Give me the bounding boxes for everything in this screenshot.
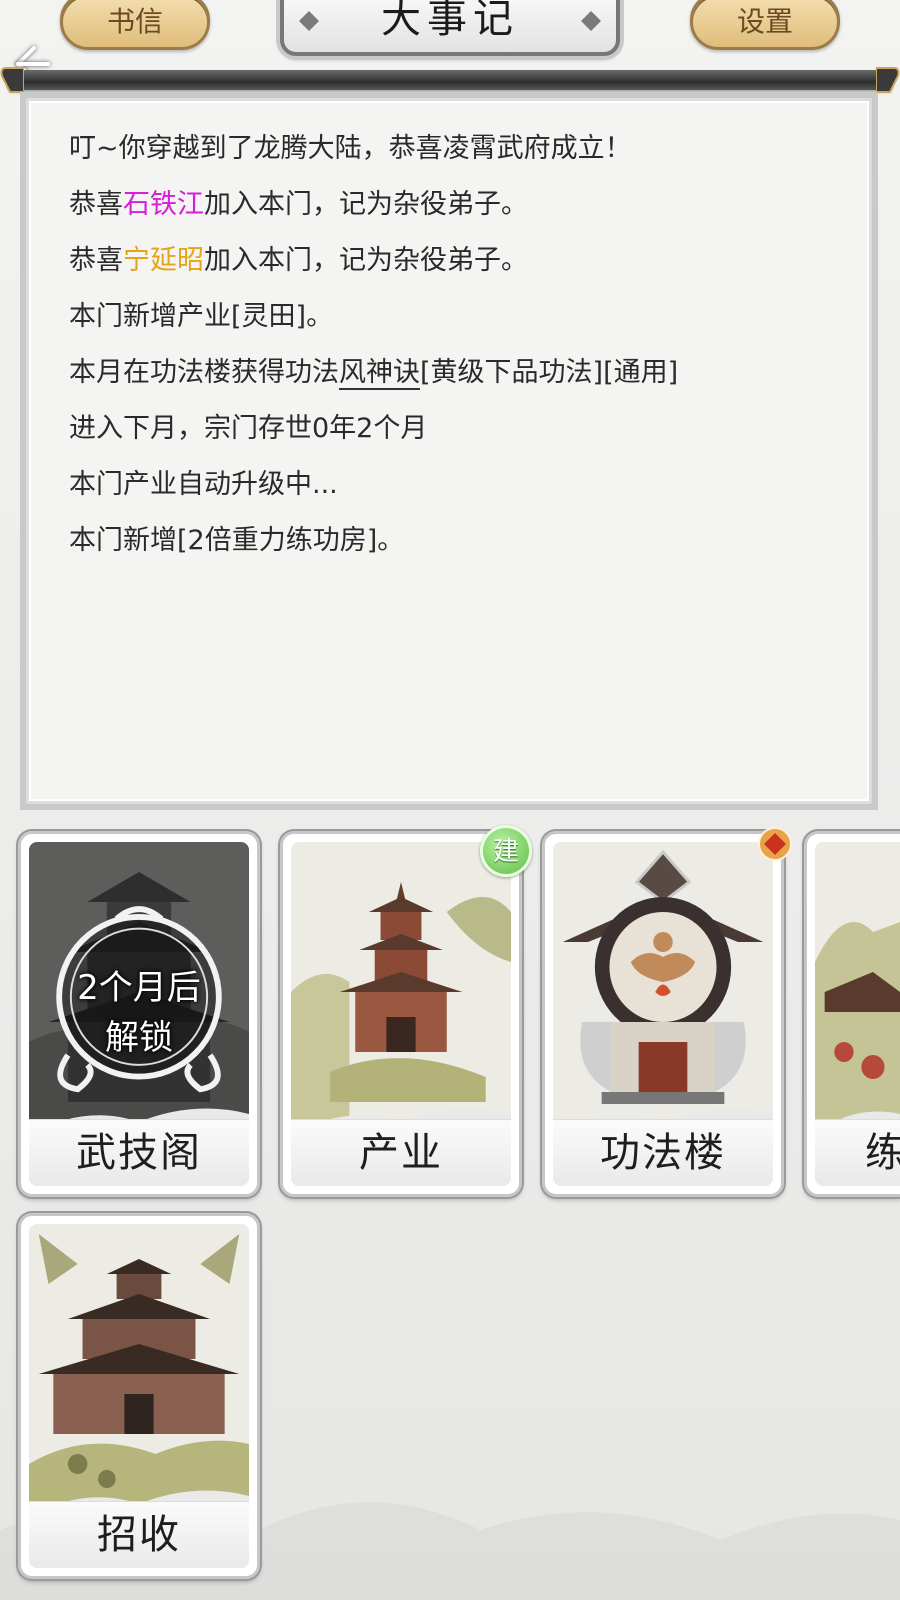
red-diamond-icon[interactable] [757, 826, 793, 862]
log-line: 本门产业自动升级中... [69, 469, 338, 500]
log-text: 恭喜 [69, 189, 123, 220]
log-line: 恭喜石铁江加入本门，记为杂役弟子。 [69, 177, 869, 233]
scroll-cap-icon [876, 67, 900, 93]
log-text: 恭喜 [69, 245, 123, 276]
log-line: 本门新增[2倍重力练功房]。 [69, 525, 405, 556]
page-title: 大事记 [381, 0, 519, 42]
training-hall-illustration [553, 842, 773, 1134]
building-card-technique-tower[interactable]: 功法楼 [542, 831, 784, 1197]
building-card-martial-pavilion[interactable]: 2个月后 解锁 武技阁 [18, 831, 260, 1197]
disciple-name[interactable]: 宁延昭 [123, 245, 204, 276]
letters-button[interactable]: 书信 [60, 0, 210, 50]
building-label: 功法楼 [553, 1119, 773, 1186]
disciple-name[interactable]: 石铁江 [123, 189, 204, 220]
log-text: 加入本门，记为杂役弟子。 [204, 245, 528, 276]
skill-link[interactable]: 风神诀 [339, 357, 420, 390]
building-label: 武技阁 [29, 1119, 249, 1186]
log-text: 加入本门，记为杂役弟子。 [204, 189, 528, 220]
build-badge[interactable]: 建 [480, 825, 532, 877]
log-line: 本月在功法楼获得功法风神诀[黄级下品功法][通用] [69, 345, 869, 401]
unlock-label: 解锁 [105, 1018, 173, 1058]
pagoda-illustration [291, 842, 511, 1134]
log-line: 恭喜宁延昭加入本门，记为杂役弟子。 [69, 233, 869, 289]
log-line: 本门新增产业[灵田]。 [69, 301, 334, 332]
title-plaque: 大事记 [280, 0, 620, 56]
diamond-ornament-icon [581, 11, 601, 31]
event-log[interactable]: 叮~你穿越到了龙腾大陆，恭喜凌霄武府成立！ 恭喜石铁江加入本门，记为杂役弟子。 … [26, 98, 872, 804]
building-label: 练 [815, 1119, 900, 1186]
settings-button[interactable]: 设置 [690, 0, 840, 50]
unlock-countdown: 2个月后 [77, 968, 201, 1008]
scroll-cap-icon [0, 67, 24, 93]
log-line: 进入下月，宗门存世0年2个月 [69, 413, 428, 444]
pagoda-locked-illustration: 2个月后 解锁 [29, 842, 249, 1134]
mountain-illustration [815, 842, 900, 1134]
log-text: [黄级下品功法][通用] [420, 357, 679, 388]
log-line: 叮~你穿越到了龙腾大陆，恭喜凌霄武府成立！ [69, 133, 632, 164]
scroll-rod [8, 70, 892, 90]
log-text: 本月在功法楼获得功法 [69, 357, 339, 388]
palace-illustration [29, 1224, 249, 1516]
building-card-recruit[interactable]: 招收 [18, 1213, 260, 1579]
building-card-industry[interactable]: 产业 [280, 831, 522, 1197]
building-label: 产业 [291, 1119, 511, 1186]
building-label: 招收 [29, 1501, 249, 1568]
building-card-training[interactable]: 练 [804, 831, 900, 1197]
event-log-panel: 叮~你穿越到了龙腾大陆，恭喜凌霄武府成立！ 恭喜石铁江加入本门，记为杂役弟子。 … [20, 92, 878, 810]
